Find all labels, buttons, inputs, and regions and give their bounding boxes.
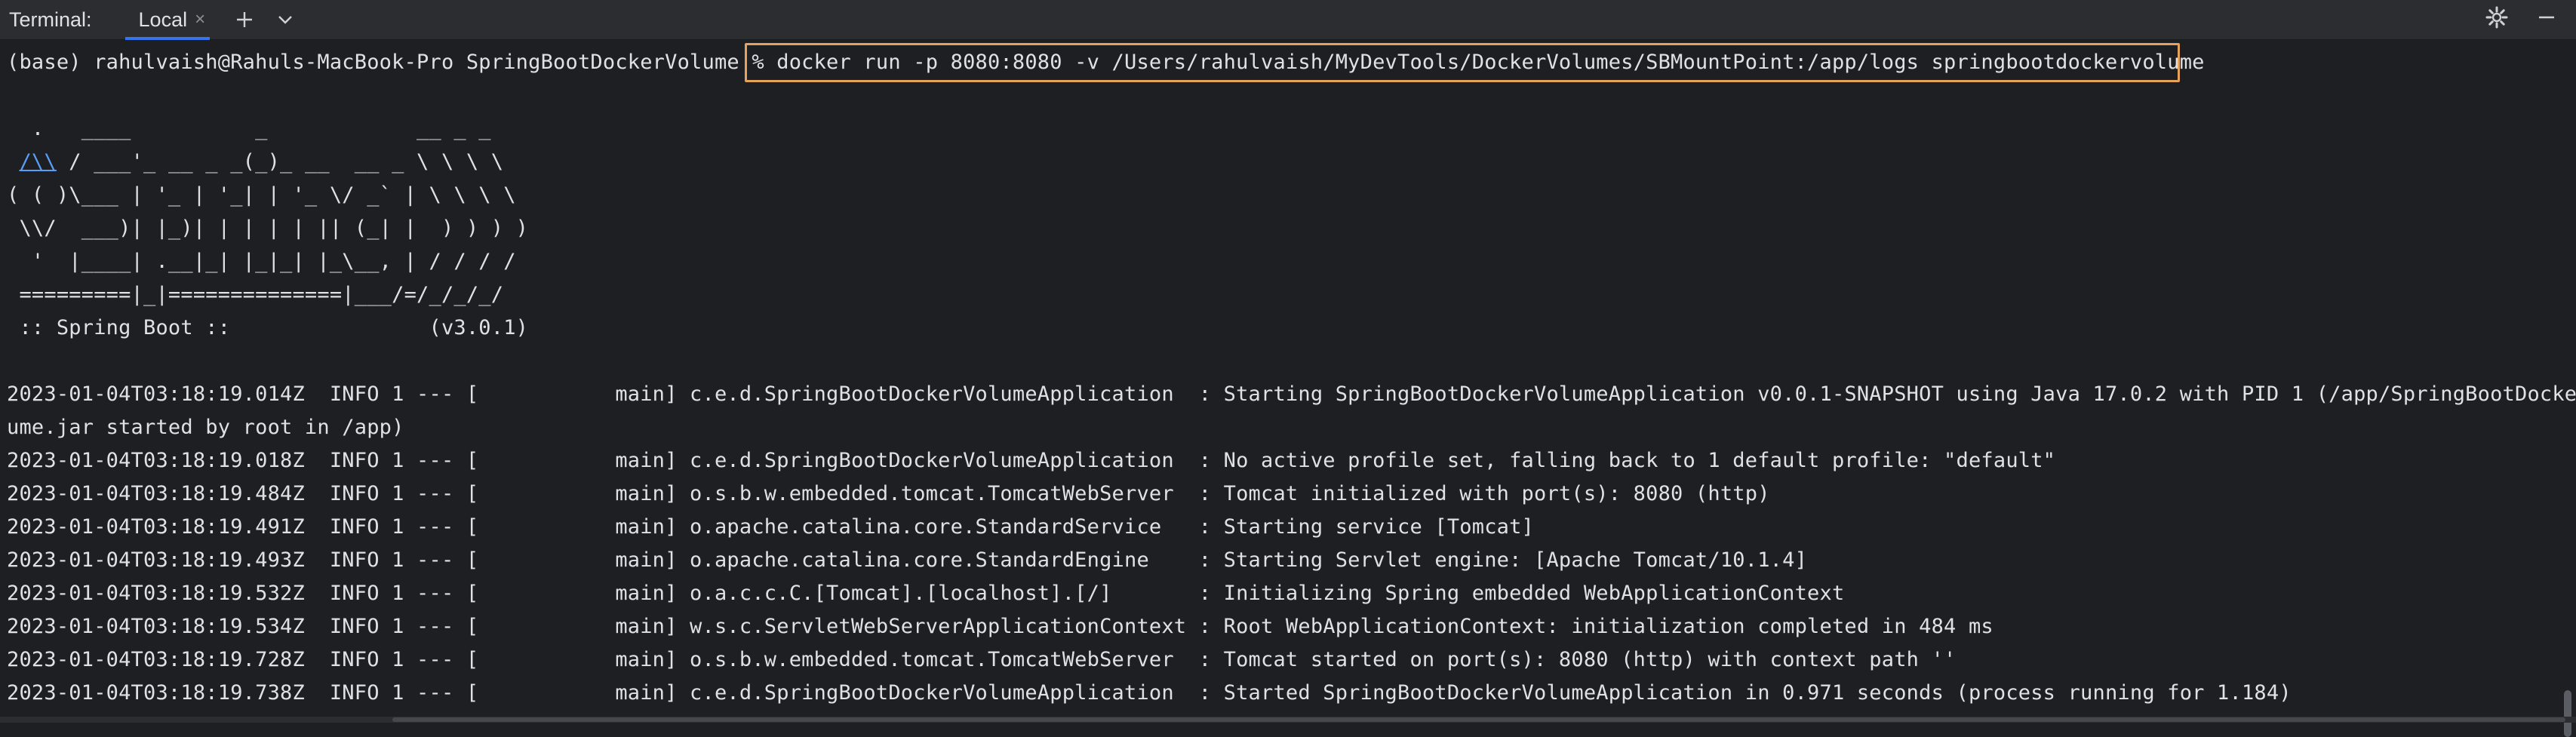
banner-line-rest: / ___'_ __ _ _(_)_ __ __ _ \ \ \ \ bbox=[56, 150, 504, 174]
banner-line: \\/ ___)| |_)| | | | | || (_| | ) ) ) ) bbox=[7, 216, 529, 240]
close-icon[interactable]: × bbox=[195, 9, 205, 30]
command-line: (base) rahulvaish@Rahuls-MacBook-Pro Spr… bbox=[7, 46, 2205, 79]
log-line: 2023-01-04T03:18:19.484Z INFO 1 --- [ ma… bbox=[7, 482, 1770, 505]
banner-link[interactable]: /\\ bbox=[19, 150, 56, 174]
banner-line: ( ( )\___ | '_ | '_| | '_ \/ _` | \ \ \ … bbox=[7, 183, 516, 207]
banner-line: /\\ / ___'_ __ _ _(_)_ __ __ _ \ \ \ \ bbox=[7, 146, 503, 179]
tab-label: Local bbox=[138, 8, 188, 31]
log-line: ume.jar started by root in /app) bbox=[7, 416, 404, 439]
terminal-output[interactable]: (base) rahulvaish@Rahuls-MacBook-Pro Spr… bbox=[0, 40, 2576, 737]
add-tab-icon[interactable] bbox=[231, 6, 258, 33]
tab-local[interactable]: Local × bbox=[118, 0, 218, 40]
tool-window-title: Terminal: bbox=[9, 8, 92, 31]
horizontal-scrollbar-thumb[interactable] bbox=[392, 717, 2565, 722]
log-line: 2023-01-04T03:18:19.738Z INFO 1 --- [ ma… bbox=[7, 681, 2292, 705]
vertical-scrollbar[interactable] bbox=[2564, 690, 2571, 737]
log-line: 2023-01-04T03:18:19.014Z INFO 1 --- [ ma… bbox=[7, 382, 2576, 406]
shell-prompt: (base) rahulvaish@Rahuls-MacBook-Pro Spr… bbox=[7, 51, 777, 74]
log-line: 2023-01-04T03:18:19.018Z INFO 1 --- [ ma… bbox=[7, 449, 2056, 472]
banner-line: . ____ _ __ _ _ bbox=[7, 117, 491, 140]
log-line: 2023-01-04T03:18:19.534Z INFO 1 --- [ ma… bbox=[7, 615, 1993, 638]
gear-icon[interactable] bbox=[2485, 6, 2508, 32]
terminal-tab-bar: Terminal: Local × bbox=[0, 0, 2576, 40]
log-line: 2023-01-04T03:18:19.491Z INFO 1 --- [ ma… bbox=[7, 515, 1535, 539]
log-line: 2023-01-04T03:18:19.728Z INFO 1 --- [ ma… bbox=[7, 648, 1957, 671]
banner-line: =========|_|==============|___/=/_/_/_/ bbox=[7, 283, 504, 306]
chevron-down-icon[interactable] bbox=[272, 6, 299, 33]
log-line: 2023-01-04T03:18:19.532Z INFO 1 --- [ ma… bbox=[7, 582, 1845, 605]
log-line: 2023-01-04T03:18:19.493Z INFO 1 --- [ ma… bbox=[7, 548, 1808, 572]
banner-line: ' |____| .__|_| |_|_| |_\__, | / / / / bbox=[7, 250, 516, 273]
docker-command: docker run -p 8080:8080 -v /Users/rahulv… bbox=[776, 51, 2205, 74]
minus-icon[interactable] bbox=[2535, 6, 2558, 32]
banner-line: :: Spring Boot :: (v3.0.1) bbox=[7, 316, 529, 339]
horizontal-scrollbar[interactable] bbox=[0, 717, 2576, 723]
